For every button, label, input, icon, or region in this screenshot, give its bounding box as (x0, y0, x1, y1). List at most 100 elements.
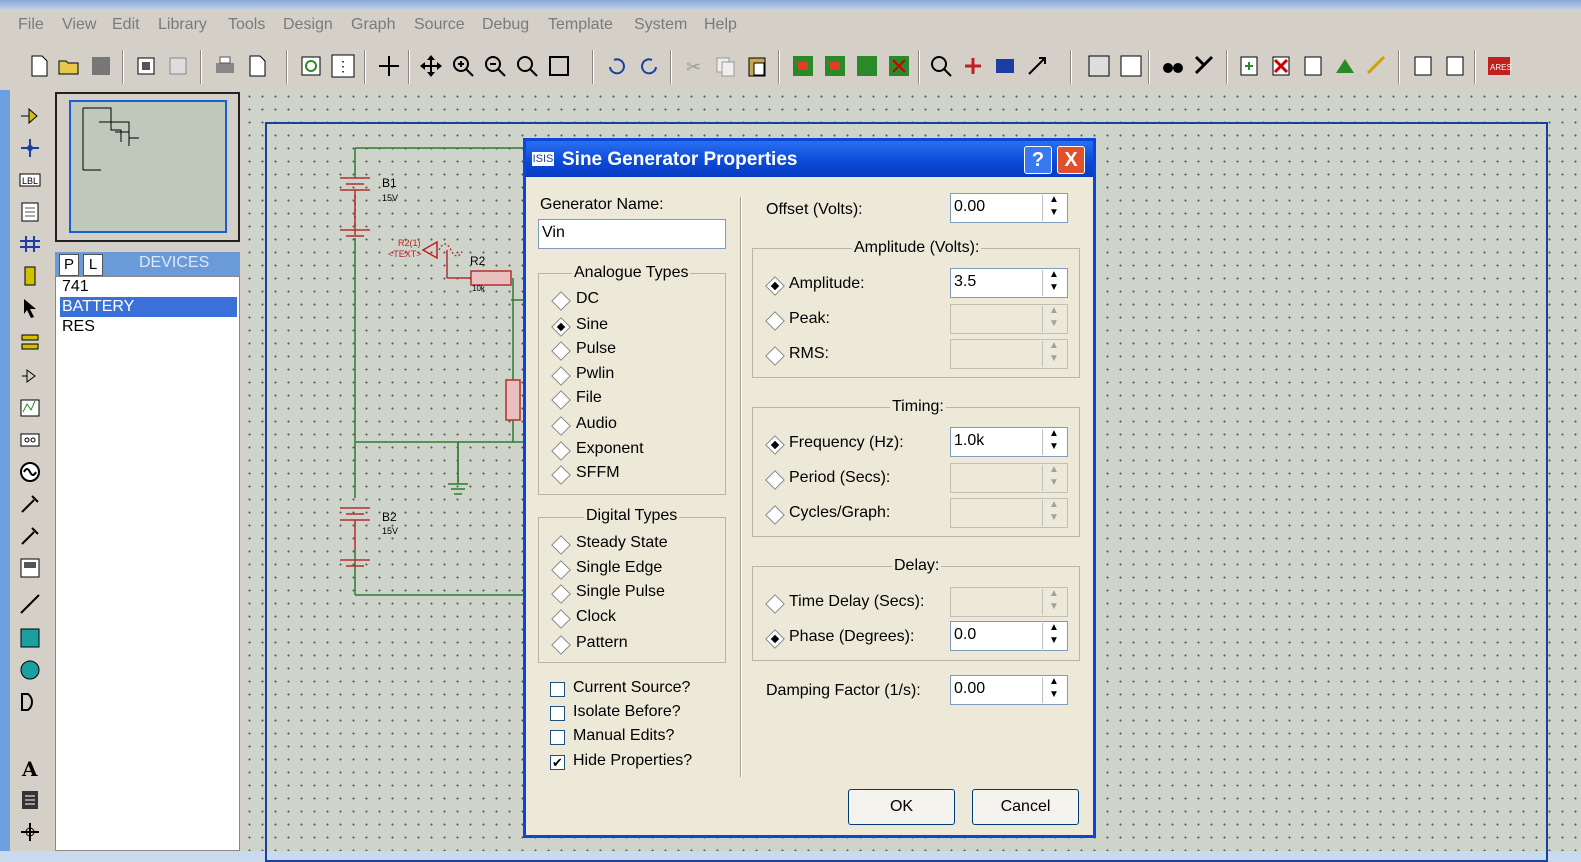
electrical-rules-icon[interactable] (1364, 53, 1390, 79)
time-delay-spinner[interactable] (950, 587, 1068, 617)
close-button[interactable]: X (1057, 146, 1085, 174)
cut-icon[interactable]: ✂ (680, 53, 706, 79)
peak-label[interactable]: Peak: (789, 310, 830, 328)
block-delete-icon[interactable] (886, 53, 912, 79)
copy-icon[interactable] (712, 53, 738, 79)
undo-icon[interactable] (604, 53, 630, 79)
wire-autorouter-icon[interactable] (1086, 53, 1112, 79)
bill-of-materials-icon[interactable] (1118, 53, 1144, 79)
voltage-probe-icon[interactable] (18, 492, 42, 516)
design-explorer-icon[interactable] (1410, 53, 1436, 79)
terminals-icon[interactable] (18, 330, 42, 354)
spinner-arrows-icon[interactable] (1042, 305, 1066, 332)
current-source-label[interactable]: Current Source? (573, 679, 690, 697)
spinner-arrows-icon[interactable] (1042, 428, 1066, 455)
origin-icon[interactable] (376, 53, 402, 79)
manual-edits-label[interactable]: Manual Edits? (573, 727, 674, 745)
frequency-spinner[interactable]: 1.0k (950, 427, 1068, 457)
menu-design[interactable]: Design (283, 16, 333, 34)
packaging-tool-icon[interactable] (992, 53, 1018, 79)
subcircuit-icon[interactable] (18, 264, 42, 288)
junction-dot-icon[interactable] (18, 136, 42, 160)
exit-to-parent-icon[interactable] (1300, 53, 1326, 79)
menu-help[interactable]: Help (704, 16, 737, 34)
radio-label-steady-state[interactable]: Steady State (576, 534, 668, 552)
period-label[interactable]: Period (Secs): (789, 469, 890, 487)
rms-label[interactable]: RMS: (789, 345, 829, 363)
list-item[interactable]: RES (60, 317, 237, 337)
menu-source[interactable]: Source (414, 16, 465, 34)
amplitude-label[interactable]: Amplitude: (789, 275, 865, 293)
grid-icon[interactable]: ⋮⋮ (330, 53, 356, 79)
line-tool-icon[interactable] (18, 592, 42, 616)
radio-label-pwlin[interactable]: Pwlin (576, 365, 614, 383)
menu-tools[interactable]: Tools (228, 16, 265, 34)
cycles-label[interactable]: Cycles/Graph: (789, 504, 890, 522)
menu-system[interactable]: System (634, 16, 687, 34)
pan-icon[interactable] (418, 53, 444, 79)
generator-name-field[interactable]: Vin (538, 219, 726, 249)
open-folder-icon[interactable] (56, 53, 82, 79)
time-delay-label[interactable]: Time Delay (Secs): (789, 593, 924, 611)
hide-properties-label[interactable]: Hide Properties? (573, 752, 692, 770)
radio-label-clock[interactable]: Clock (576, 608, 616, 626)
isolate-before-checkbox[interactable] (550, 706, 565, 721)
zoom-area-icon[interactable] (546, 53, 572, 79)
menu-graph[interactable]: Graph (351, 16, 395, 34)
menu-edit[interactable]: Edit (112, 16, 140, 34)
ok-button[interactable]: OK (848, 789, 955, 825)
radio-label-single-edge[interactable]: Single Edge (576, 559, 662, 577)
ares-netlist-icon[interactable]: ARES (1486, 53, 1512, 79)
isolate-before-label[interactable]: Isolate Before? (573, 703, 681, 721)
cycles-spinner[interactable] (950, 498, 1068, 528)
arc-tool-icon[interactable] (18, 690, 42, 714)
search-icon[interactable] (1160, 53, 1186, 79)
menu-view[interactable]: View (62, 16, 96, 34)
radio-label-sffm[interactable]: SFFM (576, 464, 620, 482)
box-tool-icon[interactable] (18, 626, 42, 650)
new-file-icon[interactable] (26, 53, 52, 79)
block-rotate-icon[interactable] (854, 53, 880, 79)
rms-spinner[interactable] (950, 339, 1068, 369)
zoom-in-icon[interactable] (450, 53, 476, 79)
radio-label-dc[interactable]: DC (576, 290, 599, 308)
netlist-icon[interactable] (1332, 53, 1358, 79)
list-item[interactable]: 741 (60, 277, 237, 297)
pick-device-icon[interactable] (928, 53, 954, 79)
wire-label-icon[interactable]: LBL (18, 168, 42, 192)
import-icon[interactable] (134, 53, 160, 79)
design-notes-icon[interactable] (1442, 53, 1468, 79)
spinner-arrows-icon[interactable] (1042, 499, 1066, 526)
block-copy-icon[interactable] (790, 53, 816, 79)
text-script-icon[interactable] (18, 200, 42, 224)
text-tool-icon[interactable]: A (18, 756, 42, 780)
new-sheet-icon[interactable] (1236, 53, 1262, 79)
spinner-arrows-icon[interactable] (1042, 622, 1066, 649)
menu-debug[interactable]: Debug (482, 16, 529, 34)
paste-icon[interactable] (744, 53, 770, 79)
save-icon[interactable] (88, 53, 114, 79)
list-item-selected[interactable]: BATTERY (60, 297, 237, 317)
amplitude-spinner[interactable]: 3.5 (950, 268, 1068, 298)
radio-label-exponent[interactable]: Exponent (576, 440, 644, 458)
radio-label-pulse[interactable]: Pulse (576, 340, 616, 358)
page-setup-icon[interactable] (244, 53, 270, 79)
spinner-arrows-icon[interactable] (1042, 340, 1066, 367)
help-button[interactable]: ? (1024, 146, 1052, 174)
print-icon[interactable] (212, 53, 238, 79)
remove-sheet-icon[interactable] (1268, 53, 1294, 79)
redo-icon[interactable] (636, 53, 662, 79)
offset-spinner[interactable]: 0.00 (950, 193, 1068, 223)
bus-icon[interactable] (18, 232, 42, 256)
property-assignment-icon[interactable] (1192, 53, 1218, 79)
circle-tool-icon[interactable] (18, 658, 42, 682)
library-manager-button[interactable]: L (83, 254, 103, 276)
frequency-label[interactable]: Frequency (Hz): (789, 434, 904, 452)
block-move-icon[interactable] (822, 53, 848, 79)
menu-template[interactable]: Template (548, 16, 613, 34)
device-list[interactable]: 741 BATTERY RES (55, 276, 240, 851)
phase-label[interactable]: Phase (Degrees): (789, 628, 914, 646)
radio-label-single-pulse[interactable]: Single Pulse (576, 583, 665, 601)
zoom-all-icon[interactable] (514, 53, 540, 79)
radio-label-pattern[interactable]: Pattern (576, 634, 628, 652)
